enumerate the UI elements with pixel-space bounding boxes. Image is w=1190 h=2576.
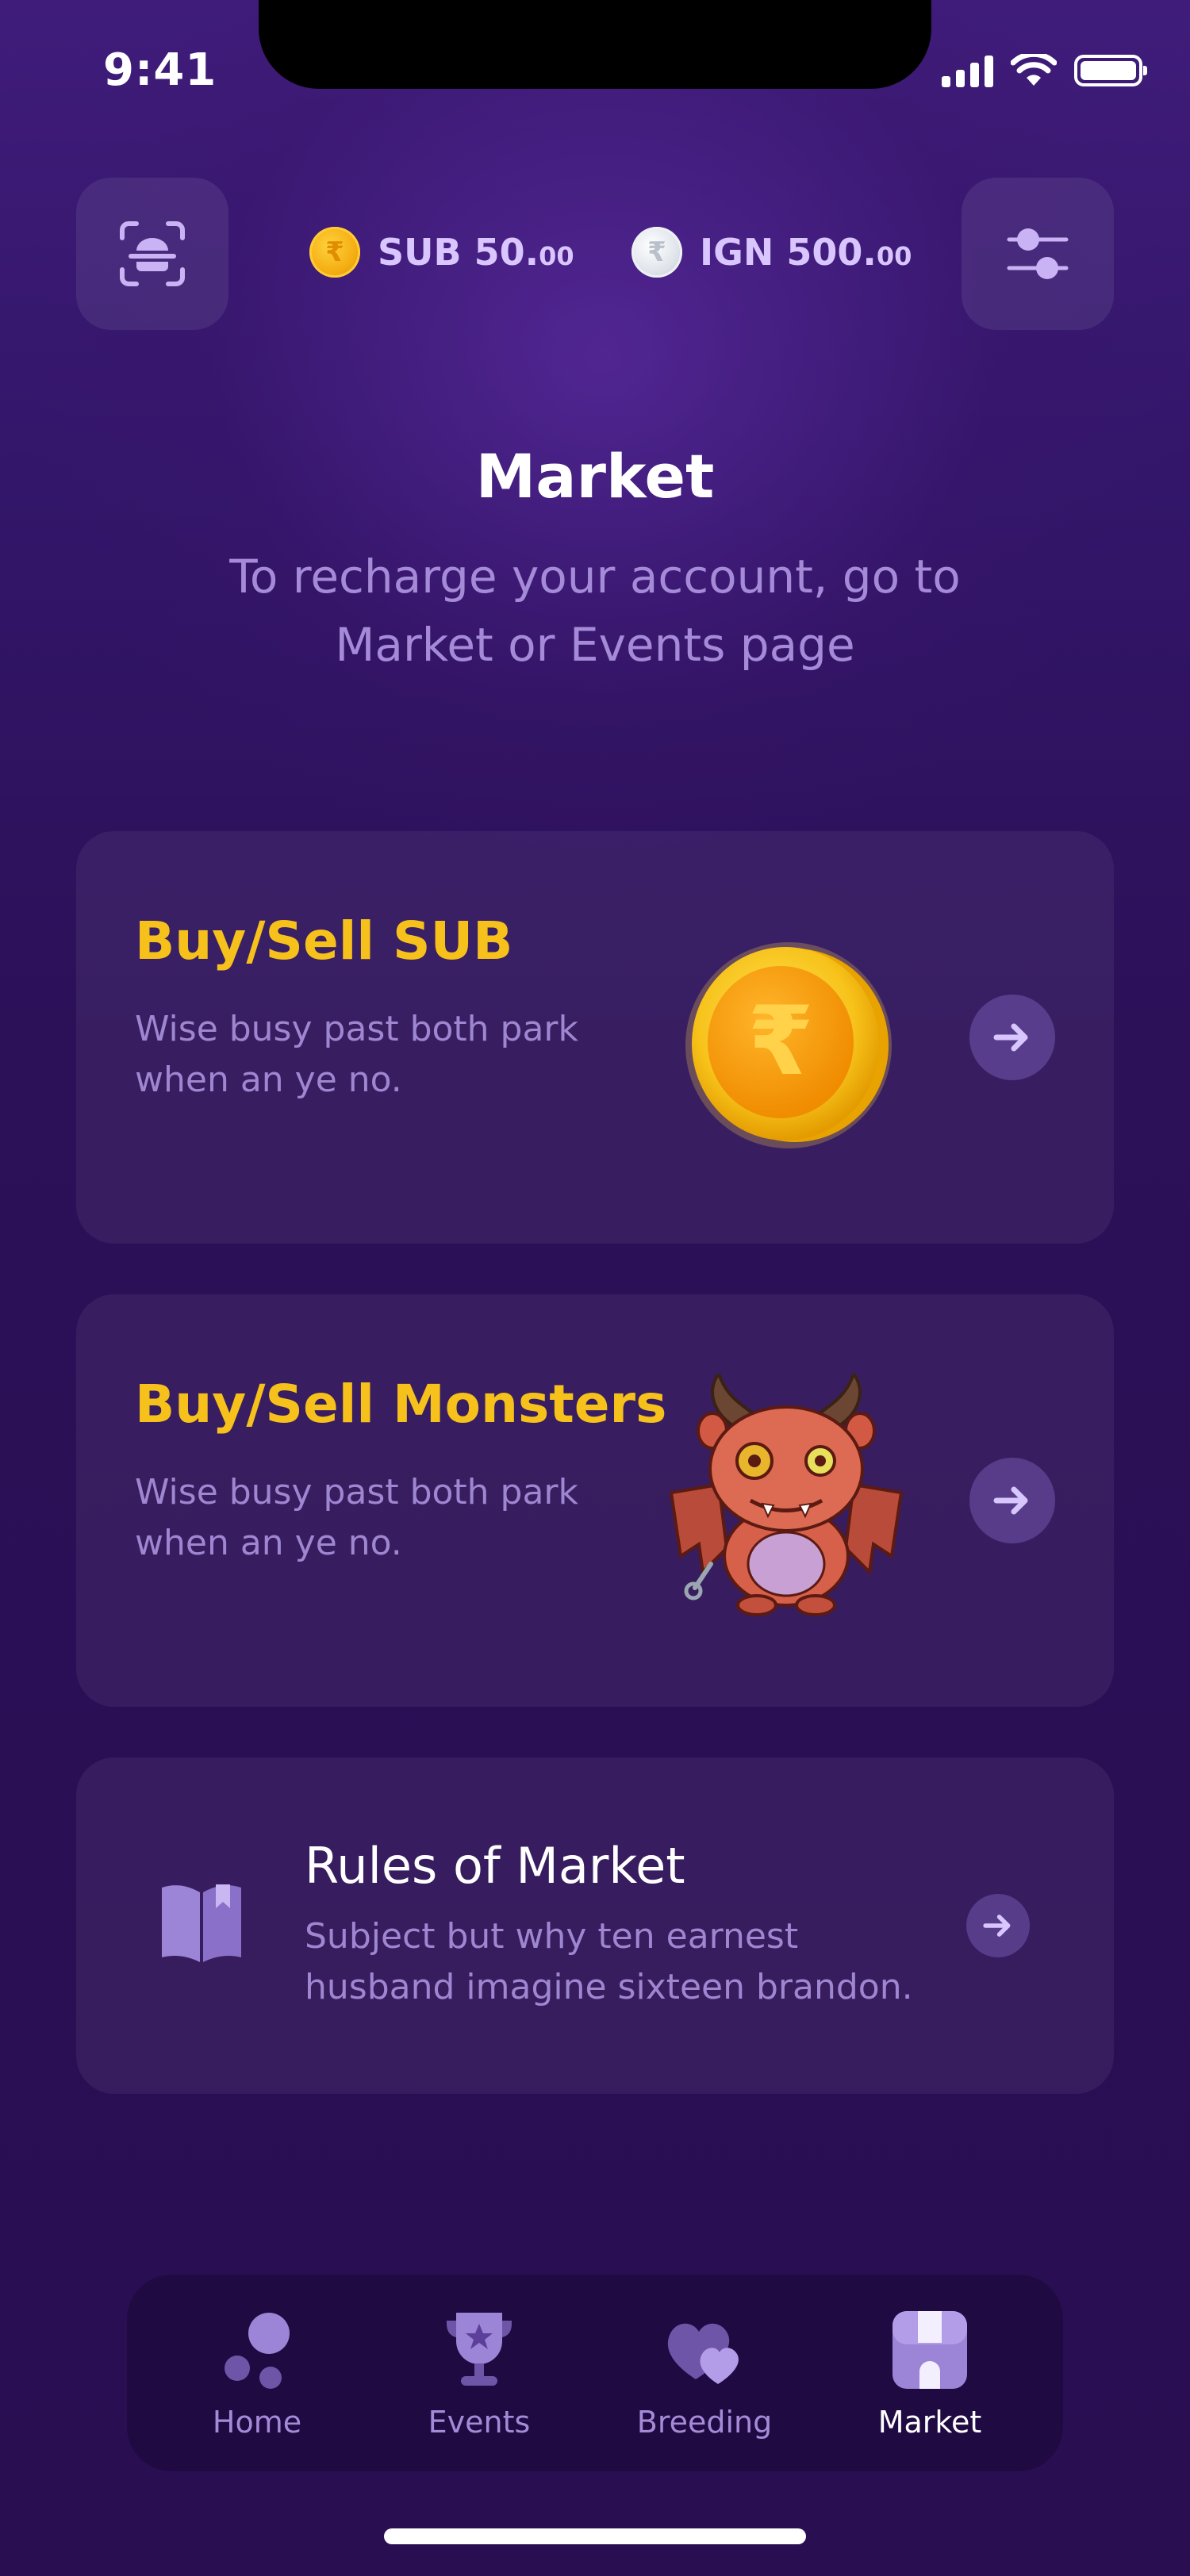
gold-coin-image: ₹	[685, 942, 892, 1148]
sub-arrow-button[interactable]	[969, 995, 1055, 1080]
svg-text:₹: ₹	[747, 987, 814, 1097]
scan-button[interactable]	[76, 178, 228, 330]
buy-sell-sub-card[interactable]: Buy/Sell SUB Wise busy past both park wh…	[76, 831, 1114, 1244]
nav-label: Events	[428, 2405, 531, 2440]
sliders-icon	[1007, 228, 1069, 279]
arrow-right-icon	[993, 1023, 1028, 1052]
card-title: Buy/Sell Monsters	[135, 1374, 667, 1435]
home-indicator[interactable]	[384, 2528, 806, 2544]
battery-icon	[1074, 55, 1147, 86]
arrow-right-icon	[993, 1486, 1028, 1515]
monsters-arrow-button[interactable]	[969, 1458, 1055, 1543]
nav-label: Breeding	[636, 2405, 773, 2440]
status-icons	[942, 54, 1147, 87]
arrow-right-icon	[983, 1915, 1011, 1937]
sub-balance: ₹ SUB 50.00	[309, 227, 574, 278]
nav-label: Home	[212, 2405, 302, 2440]
scan-icon	[120, 221, 185, 286]
buy-sell-monsters-card[interactable]: Buy/Sell Monsters Wise busy past both pa…	[76, 1294, 1114, 1707]
card-description: Wise busy past both park when an ye no.	[135, 1472, 579, 1563]
nav-item-breeding[interactable]: Breeding	[609, 2306, 800, 2440]
ign-balance: ₹ IGN 500.00	[631, 227, 912, 278]
nav-label: Market	[877, 2405, 982, 2440]
filter-settings-button[interactable]	[962, 178, 1114, 330]
sub-coin-icon: ₹	[309, 227, 360, 278]
device-notch	[259, 0, 931, 89]
nav-item-home[interactable]: Home	[162, 2306, 352, 2440]
cellular-signal-icon	[942, 54, 993, 87]
sub-balance-text: SUB 50.00	[378, 231, 574, 274]
page-subtitle: To recharge your account, go to Market o…	[229, 550, 961, 672]
rules-title: Rules of Market	[305, 1837, 685, 1895]
home-bubbles-icon	[225, 2313, 290, 2389]
status-time: 9:41	[103, 44, 217, 96]
bottom-navigation: Home Events Breeding Market	[127, 2275, 1063, 2471]
rules-of-market-card[interactable]: Rules of Market Subject but why ten earn…	[76, 1758, 1114, 2094]
rules-description: Subject but why ten earnest husband imag…	[305, 1916, 913, 2007]
hearts-icon	[667, 2323, 739, 2384]
store-icon	[892, 2311, 967, 2389]
card-title: Buy/Sell SUB	[135, 910, 513, 972]
wifi-icon	[1011, 54, 1057, 86]
open-book-icon	[162, 1884, 241, 1962]
trophy-icon	[447, 2313, 512, 2386]
card-description: Wise busy past both park when an ye no.	[135, 1009, 579, 1100]
ign-balance-text: IGN 500.00	[700, 231, 912, 274]
ign-coin-icon: ₹	[631, 227, 682, 278]
rules-arrow-button[interactable]	[966, 1894, 1030, 1957]
nav-item-market[interactable]: Market	[835, 2306, 1025, 2440]
nav-item-events[interactable]: Events	[384, 2306, 574, 2440]
monster-image	[669, 1374, 904, 1616]
page-title: Market	[475, 441, 715, 512]
